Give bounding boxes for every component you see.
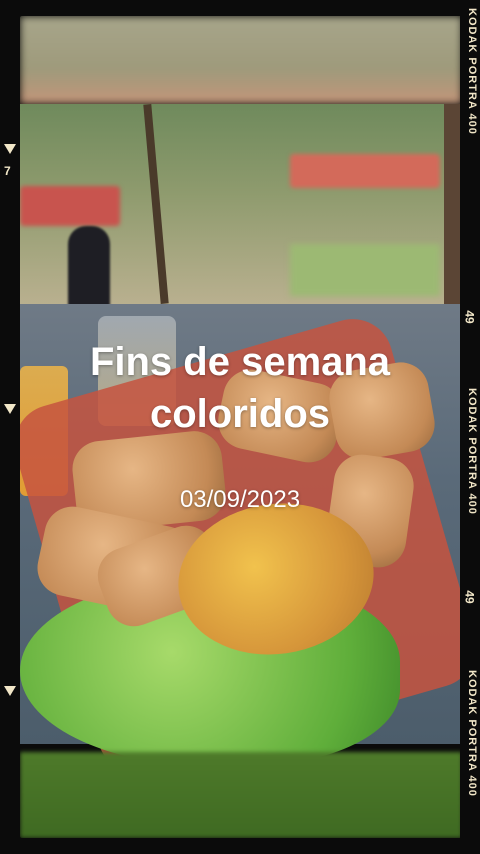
film-brand-mid: KODAK PORTRA 400	[466, 388, 478, 515]
date-label: 03/09/2023	[179, 486, 301, 513]
film-brand-bot: KODAK PORTRA 400	[466, 670, 478, 797]
title-line1: Fins de semana	[89, 340, 391, 384]
bottom-blurred-greens	[20, 752, 462, 838]
title-line2: coloridos	[149, 392, 331, 436]
left-number-mark: 7	[4, 164, 11, 178]
left-triangle-mark	[4, 144, 16, 154]
red-roof-right	[290, 154, 440, 188]
left-triangle-mark	[4, 404, 16, 414]
left-triangle-mark	[4, 686, 16, 696]
frame-number-2: 49	[462, 590, 477, 604]
blurred-sky	[20, 16, 462, 104]
grass-area	[290, 244, 440, 296]
frame-number-1: 49	[462, 310, 477, 324]
film-brand-top: KODAK PORTRA 400	[466, 8, 478, 135]
person-silhouette	[68, 226, 110, 316]
red-roof-left	[20, 186, 120, 226]
